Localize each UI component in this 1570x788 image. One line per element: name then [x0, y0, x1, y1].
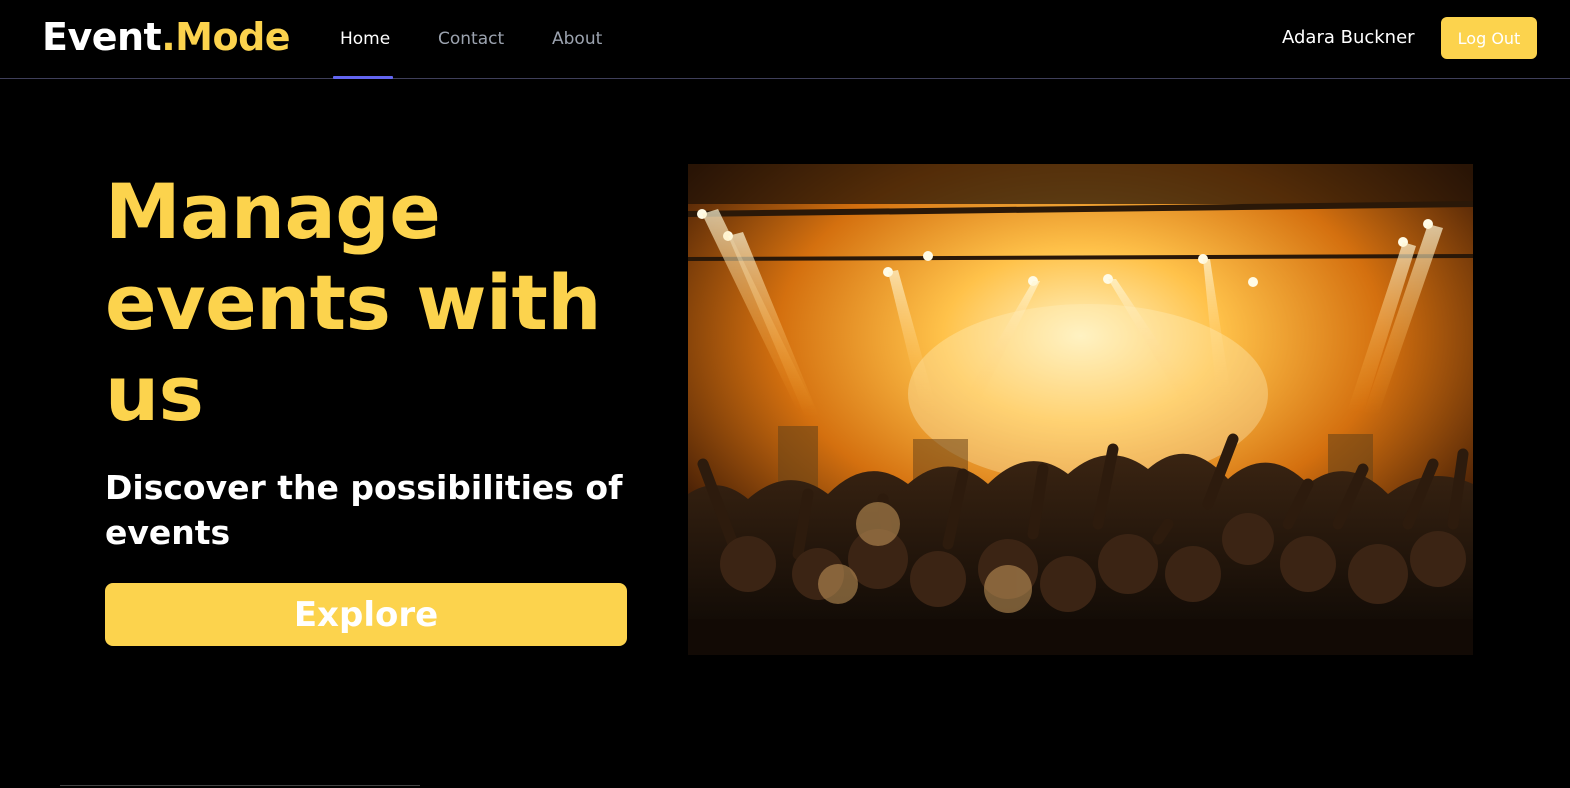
top-navbar: Event.Mode Home Contact About Adara Buck… [0, 0, 1570, 79]
explore-button[interactable]: Explore [105, 583, 627, 646]
brand-name: Event [42, 15, 162, 59]
nav-active-indicator [333, 76, 393, 79]
nav-link-about[interactable]: About [552, 29, 602, 49]
nav-link-contact[interactable]: Contact [438, 29, 504, 49]
user-name: Adara Buckner [1282, 27, 1415, 48]
brand-logo[interactable]: Event.Mode [42, 15, 291, 59]
page-bottom-divider [60, 785, 420, 786]
concert-hero-image [688, 164, 1473, 655]
hero-subtitle: Discover the possibilities of events [105, 468, 623, 552]
brand-suffix: .Mode [161, 15, 291, 59]
nav-link-home[interactable]: Home [340, 29, 390, 49]
logout-button[interactable]: Log Out [1441, 17, 1537, 59]
hero-title: Manage events with us [105, 167, 601, 438]
